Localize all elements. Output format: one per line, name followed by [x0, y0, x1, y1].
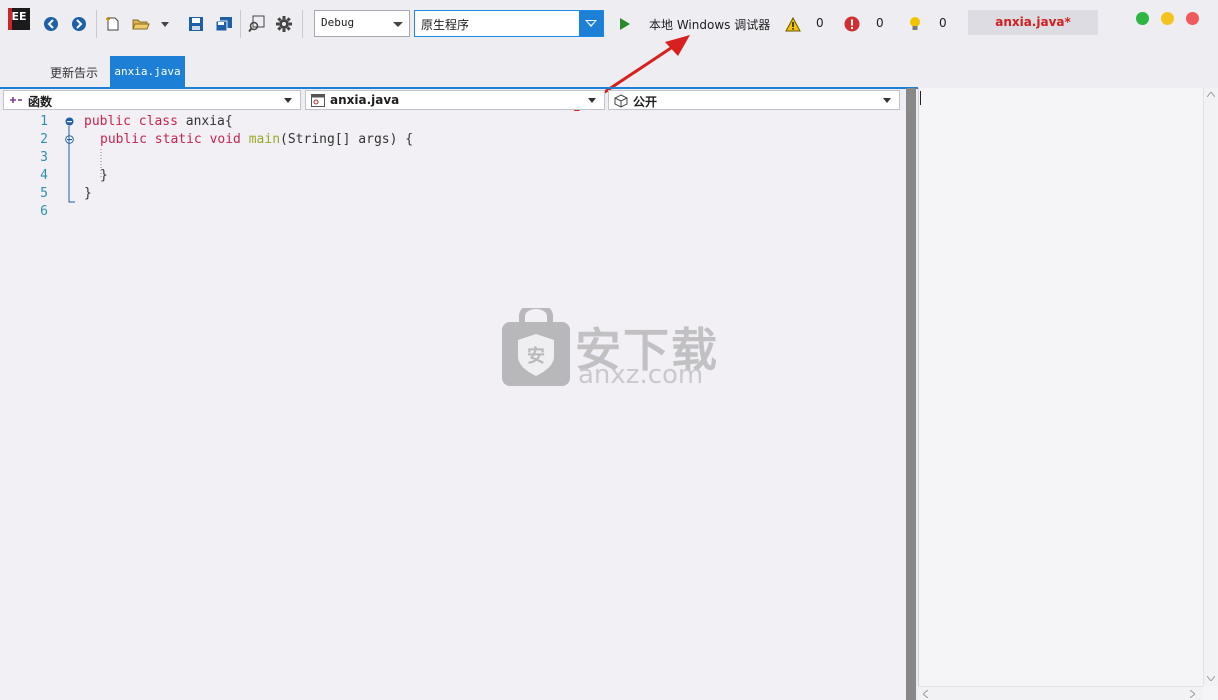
- gear-icon: [276, 16, 292, 32]
- scope-label: 函数: [28, 95, 53, 109]
- new-file-button[interactable]: [102, 12, 124, 36]
- code-line-5: }: [84, 186, 92, 201]
- file-label: anxia.java: [330, 93, 400, 107]
- output-panel[interactable]: [918, 88, 1218, 700]
- open-folder-icon: [132, 19, 150, 30]
- platform-value: 原生程序: [421, 18, 470, 32]
- watermark: 安 安下载 anxz.com: [500, 308, 720, 390]
- save-all-button[interactable]: [213, 12, 235, 36]
- find-icon: [248, 15, 265, 33]
- current-file-badge: anxia.java*: [968, 10, 1098, 35]
- chevron-down-icon[interactable]: [1207, 676, 1215, 681]
- configuration-select[interactable]: Debug: [314, 10, 410, 37]
- forward-icon: [72, 17, 86, 31]
- minimize-button[interactable]: [1161, 12, 1174, 25]
- settings-button[interactable]: [273, 12, 295, 36]
- chevron-down-icon: [161, 21, 169, 27]
- messages-count: 0: [939, 16, 947, 30]
- lightbulb-icon: [910, 17, 920, 30]
- svg-text:安: 安: [527, 345, 545, 367]
- line-number: 6: [40, 204, 48, 219]
- cube-icon: [614, 94, 628, 111]
- text-cursor: [920, 91, 921, 105]
- access-label: 公开: [633, 95, 658, 109]
- back-button[interactable]: [40, 12, 62, 36]
- collapse-icon[interactable]: [65, 117, 74, 126]
- tab-anxia-java[interactable]: anxia.java: [110, 56, 185, 88]
- toolbar-separator: [302, 10, 303, 38]
- app-logo-text: EE: [11, 10, 27, 23]
- function-icon: [9, 94, 23, 109]
- toolbar-separator: [240, 10, 241, 38]
- save-all-icon: [215, 17, 232, 32]
- back-icon: [44, 17, 58, 31]
- splitter-bar[interactable]: [906, 88, 916, 700]
- forward-button[interactable]: [68, 12, 90, 36]
- vertical-scrollbar[interactable]: [1203, 88, 1217, 686]
- warning-icon: [785, 16, 801, 31]
- toolbar-separator: [96, 10, 97, 38]
- tab-update-notice[interactable]: 更新告示: [50, 64, 98, 81]
- code-line-1: public class anxia{: [84, 114, 233, 129]
- chevron-down-icon: [393, 22, 403, 27]
- close-button[interactable]: [1186, 12, 1199, 25]
- error-icon: [844, 16, 860, 32]
- line-number: 2: [40, 132, 48, 147]
- maximize-button[interactable]: [1136, 12, 1149, 25]
- line-number: 5: [40, 186, 48, 201]
- line-number: 1: [40, 114, 48, 129]
- watermark-subtitle: anxz.com: [578, 360, 704, 390]
- new-file-icon: [106, 17, 119, 31]
- find-button[interactable]: [246, 12, 268, 36]
- configuration-value: Debug: [321, 16, 355, 29]
- errors-count: 0: [876, 16, 884, 30]
- save-icon: [189, 17, 203, 31]
- code-editor[interactable]: 1 2 3 4 5 6 public class anxia{ public s…: [0, 111, 906, 700]
- open-folder-button[interactable]: [130, 12, 152, 36]
- horizontal-scrollbar[interactable]: [918, 686, 1203, 700]
- java-file-icon: [311, 94, 325, 110]
- line-number: 3: [40, 150, 48, 165]
- chevron-right-icon[interactable]: [1190, 690, 1195, 698]
- tab-underline: [0, 87, 918, 89]
- warnings-button[interactable]: [782, 12, 804, 36]
- save-button[interactable]: [185, 12, 207, 36]
- errors-button[interactable]: [841, 12, 863, 36]
- warnings-count: 0: [816, 16, 824, 30]
- messages-button[interactable]: [904, 12, 926, 36]
- file-select[interactable]: anxia.java: [305, 90, 605, 110]
- chevron-down-icon: [883, 98, 891, 103]
- chevron-left-icon[interactable]: [923, 690, 928, 698]
- code-line-4: }: [100, 168, 108, 183]
- chevron-up-icon[interactable]: [1207, 92, 1215, 97]
- scope-select[interactable]: 函数: [3, 90, 301, 110]
- line-number: 4: [40, 168, 48, 183]
- chevron-down-icon: [588, 98, 596, 103]
- open-dropdown-button[interactable]: [158, 12, 172, 36]
- code-line-2: public static void main(String[] args) {: [100, 132, 414, 147]
- chevron-down-icon: [284, 98, 292, 103]
- app-logo: EE: [8, 8, 30, 30]
- fold-guide: [68, 126, 75, 203]
- access-select[interactable]: 公开: [608, 90, 900, 110]
- shield-bag-icon: 安: [502, 308, 570, 386]
